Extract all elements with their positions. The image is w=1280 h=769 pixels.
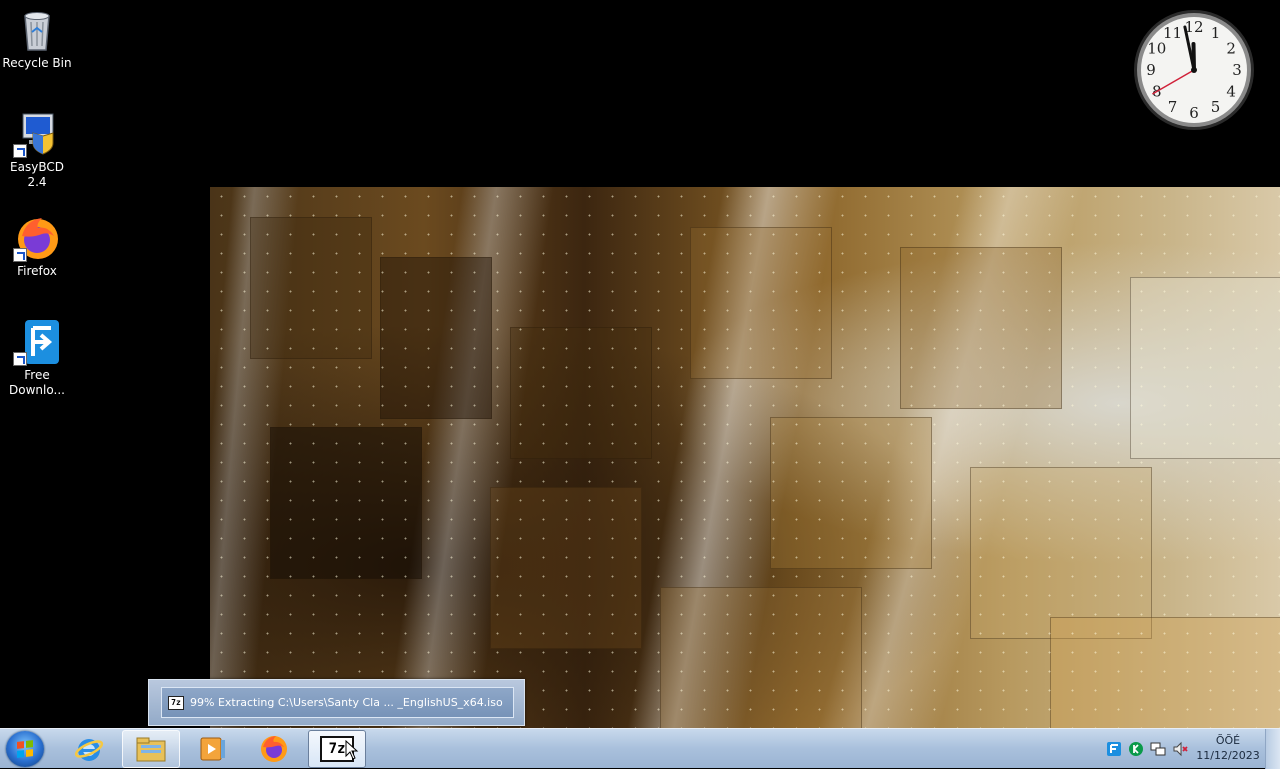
windows-logo-icon xyxy=(17,740,33,758)
clock-numeral: 5 xyxy=(1211,98,1221,116)
taskbar-button-firefox[interactable] xyxy=(245,730,303,768)
taskbar: 7z ÕÕÉ 11/12/2023 xyxy=(0,728,1280,769)
free-download-manager-tray-icon[interactable] xyxy=(1106,741,1122,757)
network-icon[interactable] xyxy=(1150,741,1166,757)
shortcut-arrow-icon xyxy=(13,248,27,262)
firefox-icon xyxy=(261,736,287,762)
desktop-icon-label: EasyBCD 2.4 xyxy=(10,160,64,189)
system-tray xyxy=(1106,729,1188,769)
shortcut-arrow-icon xyxy=(13,352,27,366)
clock-numeral: 4 xyxy=(1226,83,1236,101)
desktop-icon-recycle-bin[interactable]: Recycle Bin xyxy=(0,6,74,71)
desktop-icon-free-download-manager[interactable]: Free Downlo... xyxy=(0,318,74,398)
clock-gadget[interactable]: 123456789101112 xyxy=(1133,9,1255,131)
mouse-cursor-icon xyxy=(345,740,359,760)
show-desktop-button[interactable] xyxy=(1265,729,1280,769)
clock-numeral: 6 xyxy=(1189,104,1199,122)
taskbar-button-media-player[interactable] xyxy=(183,730,241,768)
desktop-icon-label: Free Downlo... xyxy=(9,368,65,397)
clock-tray[interactable]: ÕÕÉ 11/12/2023 xyxy=(1196,733,1260,763)
seven-zip-label: 7z xyxy=(328,741,346,757)
clock-numeral: 11 xyxy=(1163,24,1182,42)
seven-zip-icon: 7z xyxy=(168,695,184,710)
kaspersky-icon[interactable] xyxy=(1128,741,1144,757)
desktop-icon-firefox[interactable]: Firefox xyxy=(0,214,74,279)
clock-numeral: 1 xyxy=(1211,24,1221,42)
progress-text: 99% Extracting C:\Users\Santy Cla ... _E… xyxy=(190,696,503,709)
clock-numeral: 10 xyxy=(1147,40,1166,58)
shortcut-arrow-icon xyxy=(13,144,27,158)
internet-explorer-icon xyxy=(74,739,104,761)
clock-numeral: 7 xyxy=(1168,98,1178,116)
taskbar-button-windows-explorer[interactable] xyxy=(122,730,180,768)
volume-muted-icon[interactable] xyxy=(1172,741,1188,757)
extraction-progress-thumbnail[interactable]: 7z 99% Extracting C:\Users\Santy Cla ...… xyxy=(148,679,525,726)
media-player-icon xyxy=(200,737,225,761)
clock-numeral: 3 xyxy=(1232,61,1242,79)
recycle-bin-icon xyxy=(13,6,61,54)
tray-time: ÕÕÉ xyxy=(1215,734,1241,747)
desktop-icon-label: Firefox xyxy=(17,264,57,278)
free-download-manager-icon xyxy=(13,318,61,366)
firefox-icon xyxy=(13,214,61,262)
desktop-icon-easybcd[interactable]: EasyBCD 2.4 xyxy=(0,110,74,190)
start-button[interactable] xyxy=(6,731,44,767)
desktop-icon-label: Recycle Bin xyxy=(2,56,72,70)
folder-icon xyxy=(136,737,166,762)
tray-date: 11/12/2023 xyxy=(1196,749,1260,762)
desktop-wallpaper xyxy=(210,187,1280,728)
easybcd-icon xyxy=(13,110,61,158)
taskbar-button-internet-explorer[interactable] xyxy=(60,730,118,768)
clock-numeral: 2 xyxy=(1226,40,1236,58)
clock-numeral: 9 xyxy=(1146,61,1156,79)
